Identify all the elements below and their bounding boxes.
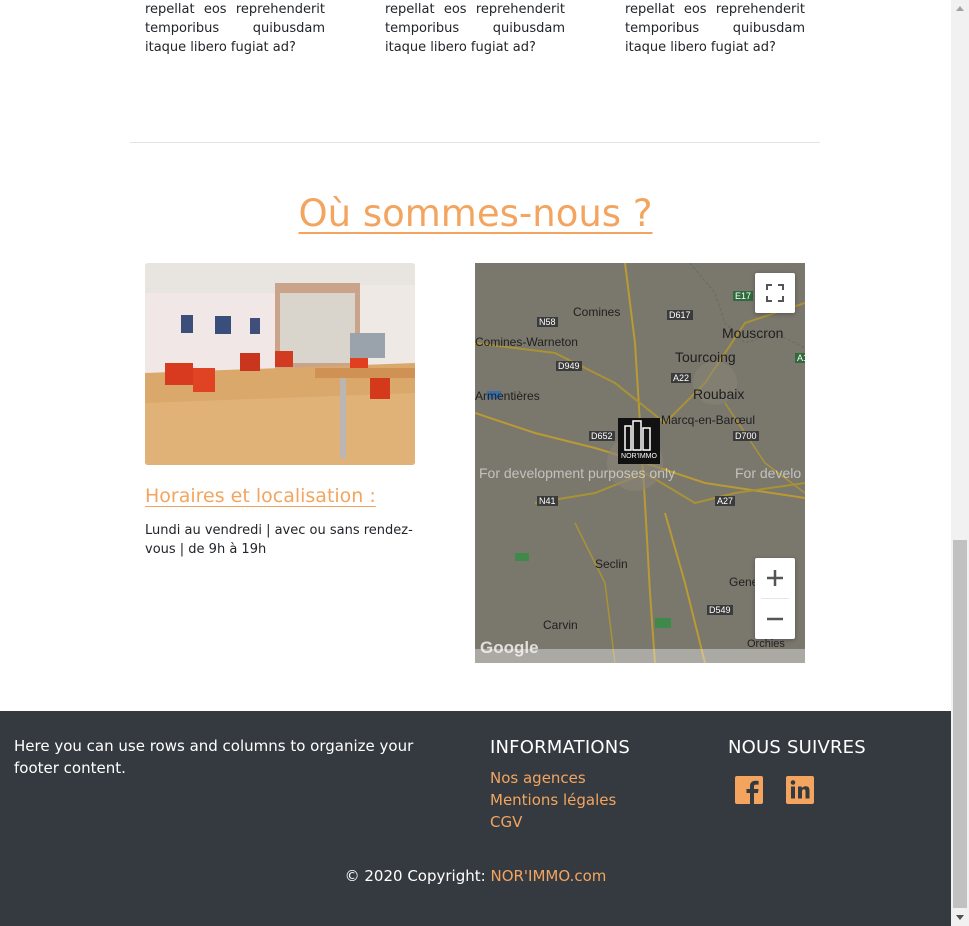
copyright-text: © 2020 Copyright: <box>344 867 486 885</box>
plus-icon <box>767 570 783 586</box>
map-zoom-in-button[interactable] <box>755 558 795 598</box>
map-road-label: N41 <box>537 496 558 506</box>
google-logo[interactable]: Google <box>480 638 539 658</box>
text-column-1: repellat eos reprehenderit temporibus qu… <box>145 2 325 55</box>
map-road-label: D700 <box>733 431 759 441</box>
footer-link-nos-agences[interactable]: Nos agences <box>490 767 616 789</box>
hours-text: Lundi au vendredi | avec ou sans rendez-… <box>145 523 413 557</box>
map-marker-text: NOR'IMMO <box>621 453 657 460</box>
footer-link-cgv[interactable]: CGV <box>490 811 616 833</box>
map-road-label: A1 <box>795 353 805 363</box>
footer-links: Nos agences Mentions légales CGV <box>490 767 616 833</box>
map-road-label: D652 <box>589 431 615 441</box>
footer-copyright: © 2020 Copyright: NOR'IMMO.com <box>0 867 951 885</box>
section-divider <box>130 142 820 143</box>
linkedin-icon[interactable] <box>786 776 814 804</box>
map-road-label: D617 <box>667 310 693 320</box>
vertical-scrollbar[interactable] <box>951 0 969 926</box>
map-dev-watermark: For development purposes only <box>479 465 676 481</box>
scroll-up-arrow-icon[interactable] <box>951 0 969 16</box>
scroll-down-arrow-icon[interactable] <box>951 910 969 926</box>
text-column-2: repellat eos reprehenderit temporibus qu… <box>385 2 565 55</box>
map-road-label: A27 <box>715 496 736 506</box>
map-road-label: A22 <box>671 373 692 383</box>
footer-social-heading: NOUS SUIVRES <box>728 737 866 758</box>
google-map[interactable]: Comines Mouscron Comines-Warneton Tourco… <box>475 263 805 663</box>
footer-link-mentions-legales[interactable]: Mentions légales <box>490 789 616 811</box>
facebook-icon[interactable] <box>735 776 763 804</box>
text-column-3: repellat eos reprehenderit temporibus qu… <box>625 2 805 55</box>
map-road-label: D549 <box>707 605 733 615</box>
map-road-label: N58 <box>537 317 558 327</box>
hours-title-link[interactable]: Horaires et localisation : <box>145 485 376 507</box>
minus-icon <box>767 617 783 621</box>
map-road-label: D949 <box>556 361 582 371</box>
footer: Here you can use rows and columns to org… <box>0 711 951 926</box>
map-zoom-controls <box>755 558 795 639</box>
map-marker-logo[interactable]: NOR'IMMO <box>618 418 660 464</box>
map-road-label: E17 <box>733 291 754 301</box>
map-fullscreen-button[interactable] <box>755 273 795 313</box>
footer-intro-text: Here you can use rows and columns to org… <box>14 737 414 777</box>
fullscreen-icon <box>766 284 784 302</box>
map-dev-watermark-repeat: For develo <box>735 465 802 481</box>
scrollbar-thumb[interactable] <box>953 540 967 908</box>
page: repellat eos reprehenderit temporibus qu… <box>0 0 951 926</box>
footer-informations-heading: INFORMATIONS <box>490 737 631 758</box>
map-zoom-out-button[interactable] <box>755 599 795 639</box>
location-section-title[interactable]: Où sommes-nous ? <box>0 192 951 235</box>
copyright-link[interactable]: NOR'IMMO.com <box>490 867 606 885</box>
agency-photo <box>145 263 415 465</box>
